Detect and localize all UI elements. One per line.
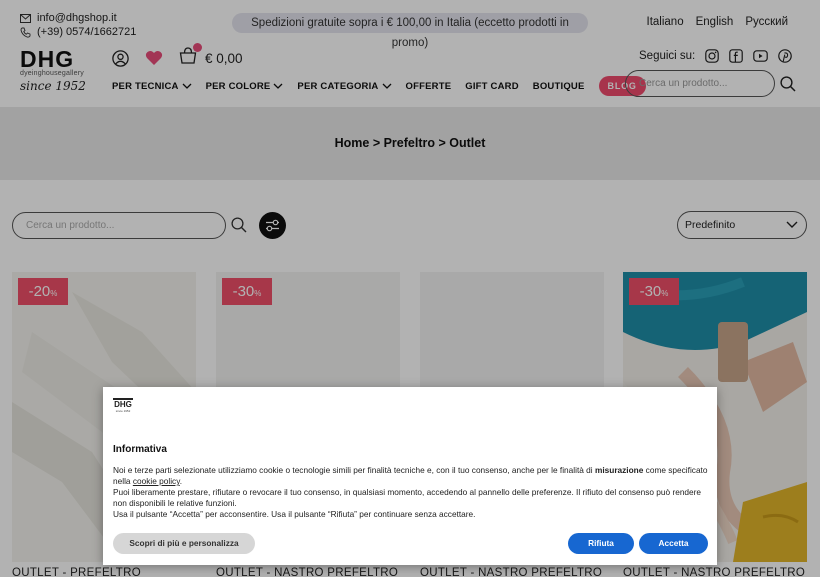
cookie-title: Informativa — [113, 444, 167, 455]
cookie-text-part: Noi e terze parti selezionate utilizziam… — [113, 465, 595, 475]
cookie-text-p3: Usa il pulsante “Accetta” per acconsenti… — [113, 509, 476, 519]
cookie-policy-link[interactable]: cookie policy — [133, 476, 180, 486]
cookie-logo: DHG since 1952 — [113, 398, 133, 413]
cookie-text-bold: misurazione — [594, 465, 644, 475]
reject-button[interactable]: Rifiuta — [568, 533, 634, 554]
cookie-text-part: . — [179, 476, 183, 486]
learn-more-button[interactable]: Scopri di più e personalizza — [113, 533, 255, 554]
cookie-logo-text: DHG — [114, 400, 132, 409]
cookie-logo-sub: since 1952 — [115, 409, 131, 413]
cookie-banner: DHG since 1952 Informativa Noi e terze p… — [103, 387, 717, 565]
cookie-text: Noi e terze parti selezionate utilizziam… — [113, 465, 709, 520]
accept-button[interactable]: Accetta — [639, 533, 708, 554]
cookie-text-p2: Puoi liberamente prestare, rifiutare o r… — [113, 487, 702, 508]
